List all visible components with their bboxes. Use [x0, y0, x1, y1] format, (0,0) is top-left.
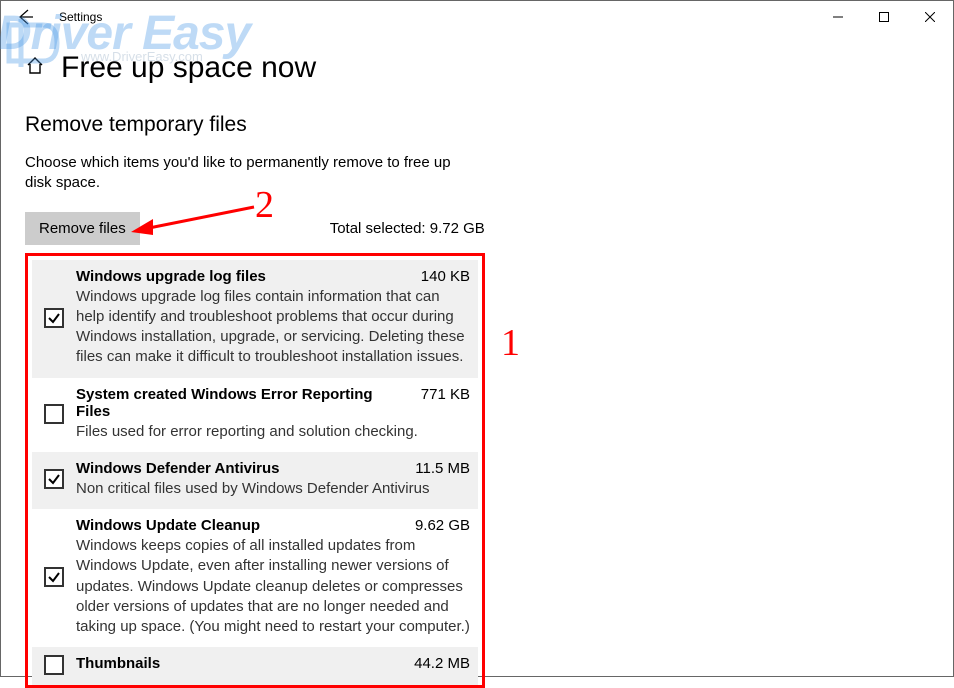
- item-title: Windows Defender Antivirus: [76, 460, 280, 477]
- item-head: Windows upgrade log files 140 KB: [76, 268, 470, 285]
- titlebar: Settings: [1, 1, 953, 33]
- list-item: Windows upgrade log files140 KBWindows u…: [32, 260, 478, 378]
- item-description: Non critical files used by Windows Defen…: [76, 479, 470, 499]
- item-body: System created Windows Error Reporting F…: [68, 386, 470, 442]
- item-head: Windows Defender Antivirus 11.5 MB: [76, 460, 470, 477]
- checkbox-wrap: [40, 655, 68, 675]
- checkbox-wrap: [40, 386, 68, 442]
- item-description: Files used for error reporting and solut…: [76, 422, 470, 442]
- list-item: Windows Update Cleanup 9.62 GB Windows kee…: [32, 509, 478, 647]
- temporary-files-list: Windows upgrade log files140 KBWindows u…: [25, 253, 485, 688]
- item-head: Windows Update Cleanup 9.62 GB: [76, 517, 470, 534]
- minimize-button[interactable]: [815, 1, 861, 33]
- item-head: System created Windows Error Reporting F…: [76, 386, 470, 420]
- close-icon: [925, 12, 935, 22]
- page-title: Free up space now: [61, 51, 316, 85]
- content-area: Remove temporary files Choose which item…: [1, 113, 953, 688]
- item-size: 9.62 GB: [405, 517, 470, 534]
- arrow-left-icon: [16, 8, 34, 26]
- checkbox-wrap: [40, 460, 68, 499]
- checkbox[interactable]: [44, 655, 64, 675]
- home-icon[interactable]: [25, 56, 45, 80]
- list-item: Thumbnails 44.2 MB: [32, 647, 478, 685]
- action-row: Remove files Total selected: 9.72 GB: [25, 212, 929, 245]
- remove-files-button[interactable]: Remove files: [25, 212, 140, 245]
- check-icon: [47, 472, 61, 486]
- check-icon: [47, 570, 61, 584]
- close-button[interactable]: [907, 1, 953, 33]
- item-body: Windows upgrade log files140 KBWindows u…: [68, 268, 470, 368]
- checkbox[interactable]: [44, 469, 64, 489]
- window-controls: [815, 1, 953, 33]
- item-description: Windows upgrade log files contain inform…: [76, 287, 470, 368]
- item-size: 11.5 MB: [405, 460, 470, 477]
- item-body: Thumbnails 44.2 MB: [68, 655, 470, 675]
- maximize-button[interactable]: [861, 1, 907, 33]
- back-button[interactable]: [9, 1, 41, 33]
- section-heading: Remove temporary files: [25, 113, 929, 137]
- list-item: System created Windows Error Reporting F…: [32, 378, 478, 452]
- item-size: 44.2 MB: [404, 655, 470, 672]
- minimize-icon: [833, 12, 843, 22]
- checkbox[interactable]: [44, 567, 64, 587]
- checkbox[interactable]: [44, 404, 64, 424]
- item-head: Thumbnails 44.2 MB: [76, 655, 470, 672]
- checkbox-wrap: [40, 517, 68, 637]
- check-icon: [47, 311, 61, 325]
- page-header: Free up space now: [1, 33, 953, 95]
- item-size: 140 KB: [411, 268, 470, 285]
- item-size: 771 KB: [411, 386, 470, 403]
- item-title: Windows upgrade log files: [76, 268, 266, 285]
- item-body: Windows Update Cleanup 9.62 GB Windows kee…: [68, 517, 470, 637]
- list-item: Windows Defender Antivirus 11.5 MB Non cri…: [32, 452, 478, 509]
- item-body: Windows Defender Antivirus 11.5 MB Non cri…: [68, 460, 470, 499]
- checkbox-wrap: [40, 268, 68, 368]
- item-title: Windows Update Cleanup: [76, 517, 260, 534]
- checkbox[interactable]: [44, 308, 64, 328]
- item-title: System created Windows Error Reporting F…: [76, 386, 411, 420]
- item-description: Windows keeps copies of all installed up…: [76, 536, 470, 637]
- item-title: Thumbnails: [76, 655, 160, 672]
- maximize-icon: [879, 12, 889, 22]
- total-selected-label: Total selected: 9.72 GB: [330, 220, 485, 237]
- section-description: Choose which items you'd like to permane…: [25, 153, 465, 194]
- app-title: Settings: [59, 10, 102, 24]
